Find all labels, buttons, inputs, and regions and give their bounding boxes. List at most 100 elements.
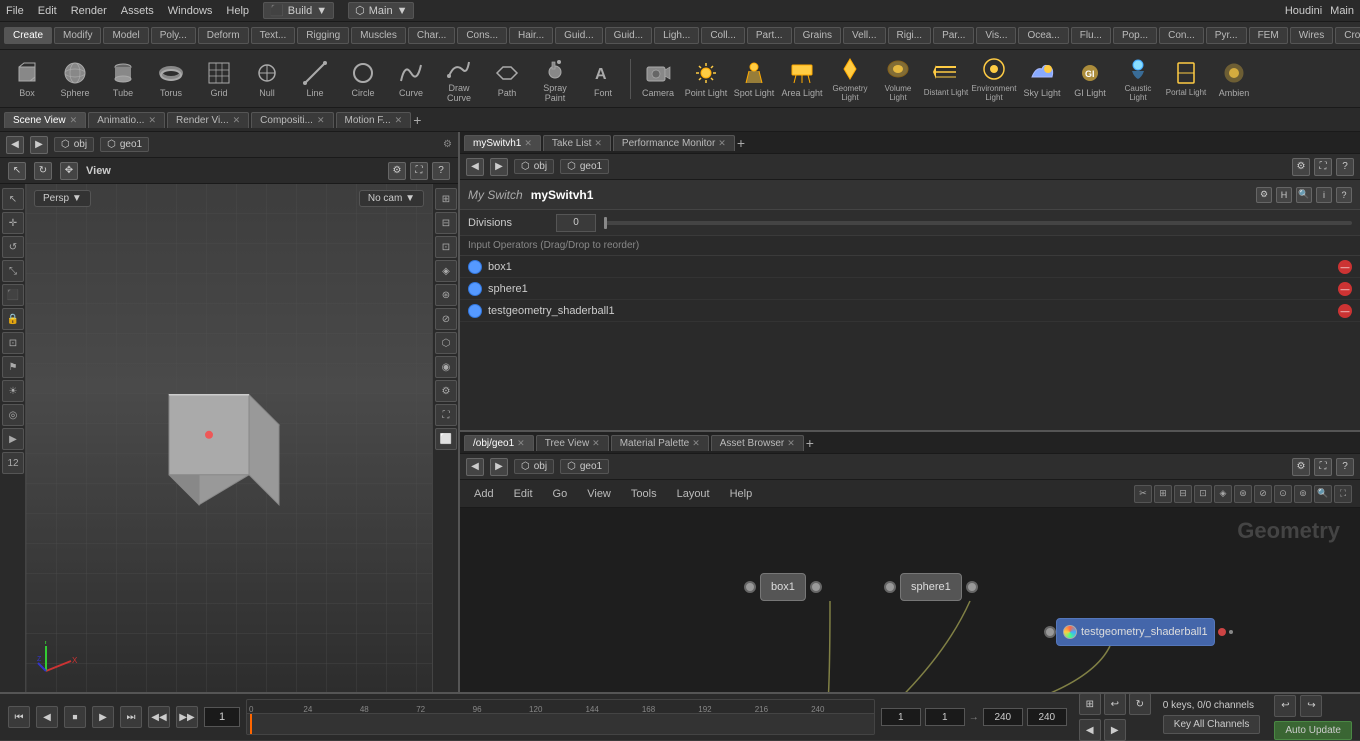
node-panel-expand[interactable]: ⛶ bbox=[1314, 458, 1332, 476]
vp-lock-icon[interactable]: 🔒 bbox=[2, 308, 24, 330]
node-ticon-8[interactable]: ⊙ bbox=[1274, 485, 1292, 503]
icon-line[interactable]: Line bbox=[292, 53, 338, 105]
shelf-tab-muscles[interactable]: Muscles bbox=[351, 27, 406, 44]
transport-start[interactable]: ⏮ bbox=[8, 706, 30, 728]
icon-font[interactable]: A Font bbox=[580, 53, 626, 105]
vp-move-tool[interactable]: ✛ bbox=[2, 212, 24, 234]
shelf-tab-deform[interactable]: Deform bbox=[198, 27, 249, 44]
node-sphere1[interactable]: sphere1 bbox=[890, 573, 972, 601]
shelf-tab-guid1[interactable]: Guid... bbox=[555, 27, 602, 44]
node-ticon-search[interactable]: 🔍 bbox=[1314, 485, 1332, 503]
icon-arealight[interactable]: Area Light bbox=[779, 53, 825, 105]
switch-panel-help[interactable]: ? bbox=[1336, 158, 1354, 176]
switch-magnify-icon[interactable]: 🔍 bbox=[1296, 187, 1312, 203]
node-canvas[interactable]: Geometry box1 bbox=[460, 508, 1360, 692]
shelf-tab-cons[interactable]: Cons... bbox=[457, 27, 507, 44]
view-maximize[interactable]: ⛶ bbox=[410, 162, 428, 180]
shelf-tab-fem[interactable]: FEM bbox=[1249, 27, 1288, 44]
shelf-tab-modify[interactable]: Modify bbox=[54, 27, 101, 44]
view-help[interactable]: ? bbox=[432, 162, 450, 180]
tab-perfmonitor-close[interactable]: ✕ bbox=[718, 138, 726, 149]
viewport-forward-btn[interactable]: ▶ bbox=[30, 136, 48, 154]
node-ticon-expand[interactable]: ⛶ bbox=[1334, 485, 1352, 503]
op-item-shaderball[interactable]: testgeometry_shaderball1 — bbox=[460, 300, 1360, 322]
shelf-tab-cro[interactable]: Cro... bbox=[1335, 27, 1360, 44]
node-panel-obj[interactable]: ⬡ obj bbox=[514, 459, 554, 474]
shelf-tab-rigging[interactable]: Rigging bbox=[297, 27, 349, 44]
timeline-area[interactable]: 0 24 48 72 96 120 144 168 192 216 240 bbox=[246, 699, 875, 735]
op-item-sphere1[interactable]: sphere1 — bbox=[460, 278, 1360, 300]
icon-envlight[interactable]: Environment Light bbox=[971, 53, 1017, 105]
shelf-tab-text[interactable]: Text... bbox=[251, 27, 296, 44]
vp-right-1[interactable]: ⊞ bbox=[435, 188, 457, 210]
node-ticon-6[interactable]: ⊛ bbox=[1234, 485, 1252, 503]
tab-myswitvh1-close[interactable]: ✕ bbox=[524, 138, 532, 149]
icon-null[interactable]: Null bbox=[244, 53, 290, 105]
build-selector[interactable]: ⬛ Build ▼ bbox=[263, 2, 334, 19]
shelf-tab-pop[interactable]: Pop... bbox=[1113, 27, 1157, 44]
icon-curve[interactable]: Curve bbox=[388, 53, 434, 105]
divisions-value[interactable] bbox=[556, 214, 596, 232]
switch-panel-tab-add[interactable]: + bbox=[737, 135, 745, 151]
scene-tab-sceneview-close[interactable]: ✕ bbox=[70, 115, 78, 126]
menu-windows[interactable]: Windows bbox=[168, 5, 213, 17]
vp-right-10[interactable]: ⛶ bbox=[435, 404, 457, 426]
tab-matpalette-close[interactable]: ✕ bbox=[692, 438, 700, 449]
tab-obj-geo1-close[interactable]: ✕ bbox=[517, 438, 525, 449]
shelf-tab-ligh[interactable]: Ligh... bbox=[654, 27, 699, 44]
icon-causticlight[interactable]: Caustic Light bbox=[1115, 53, 1161, 105]
tab-obj-geo1[interactable]: /obj/geo1 ✕ bbox=[464, 435, 534, 451]
shelf-tab-ocea[interactable]: Ocea... bbox=[1018, 27, 1068, 44]
tab-myswitvh1[interactable]: mySwitvh1 ✕ bbox=[464, 135, 541, 151]
icon-pointlight[interactable]: Point Light bbox=[683, 53, 729, 105]
shelf-tab-vis[interactable]: Vis... bbox=[976, 27, 1016, 44]
switch-panel-expand[interactable]: ⛶ bbox=[1314, 158, 1332, 176]
shelf-tab-part[interactable]: Part... bbox=[747, 27, 792, 44]
shelf-tab-char[interactable]: Char... bbox=[408, 27, 455, 44]
shelf-tab-pyr[interactable]: Pyr... bbox=[1206, 27, 1247, 44]
view-tool-rotate[interactable]: ↻ bbox=[34, 162, 52, 180]
icon-gilight[interactable]: GI GI Light bbox=[1067, 53, 1113, 105]
icon-portallight[interactable]: Portal Light bbox=[1163, 53, 1209, 105]
node-ticon-2[interactable]: ⊞ bbox=[1154, 485, 1172, 503]
node-menu-add[interactable]: Add bbox=[468, 486, 500, 502]
node-panel-tab-add[interactable]: + bbox=[806, 435, 814, 451]
vp-light-tool[interactable]: ☀ bbox=[2, 380, 24, 402]
switch-panel-geo[interactable]: ⬡ geo1 bbox=[560, 159, 609, 174]
icon-skylight[interactable]: Sky Light bbox=[1019, 53, 1065, 105]
frame-range-input[interactable] bbox=[1027, 708, 1067, 726]
shelf-tab-hair[interactable]: Hair... bbox=[509, 27, 553, 44]
icon-path[interactable]: Path bbox=[484, 53, 530, 105]
main-selector[interactable]: ⬡ Main ▼ bbox=[348, 2, 414, 19]
view-tool-pan[interactable]: ✥ bbox=[60, 162, 78, 180]
node-ticon-7[interactable]: ⊘ bbox=[1254, 485, 1272, 503]
node-panel-help[interactable]: ? bbox=[1336, 458, 1354, 476]
scene-tab-add[interactable]: + bbox=[413, 112, 421, 128]
vp-right-5[interactable]: ⊛ bbox=[435, 284, 457, 306]
frame-start-input[interactable] bbox=[925, 708, 965, 726]
undo-btn[interactable]: ↩ bbox=[1274, 695, 1296, 717]
vp-manip-tool[interactable]: ⬛ bbox=[2, 284, 24, 306]
shelf-tab-wires[interactable]: Wires bbox=[1290, 27, 1334, 44]
shelf-tab-create[interactable]: Create bbox=[4, 27, 52, 44]
vp-render-tool[interactable]: ▶ bbox=[2, 428, 24, 450]
bottom-icon-3[interactable]: ↻ bbox=[1129, 693, 1151, 715]
shelf-tab-coll[interactable]: Coll... bbox=[701, 27, 745, 44]
bottom-icon-1[interactable]: ⊞ bbox=[1079, 693, 1101, 715]
switch-panel-back[interactable]: ◀ bbox=[466, 158, 484, 176]
scene-tab-motionf[interactable]: Motion F... ✕ bbox=[336, 112, 412, 128]
transport-prev[interactable]: ◀ bbox=[36, 706, 58, 728]
node-menu-view[interactable]: View bbox=[581, 486, 617, 502]
node-shaderball[interactable]: testgeometry_shaderball1 bbox=[1050, 618, 1233, 646]
tab-assetbrowser-close[interactable]: ✕ bbox=[787, 438, 795, 449]
viewport-persp-btn[interactable]: Persp ▼ bbox=[34, 190, 91, 207]
divisions-slider[interactable] bbox=[604, 221, 1352, 225]
op-item-box1[interactable]: box1 — bbox=[460, 256, 1360, 278]
vp-right-11[interactable]: ⬜ bbox=[435, 428, 457, 450]
tab-takelist[interactable]: Take List ✕ bbox=[543, 135, 611, 151]
node-ticon-3[interactable]: ⊟ bbox=[1174, 485, 1192, 503]
tab-takelist-close[interactable]: ✕ bbox=[594, 138, 602, 149]
view-tool-select[interactable]: ↖ bbox=[8, 162, 26, 180]
tab-assetbrowser[interactable]: Asset Browser ✕ bbox=[711, 435, 804, 451]
auto-update-button[interactable]: Auto Update bbox=[1274, 721, 1352, 740]
